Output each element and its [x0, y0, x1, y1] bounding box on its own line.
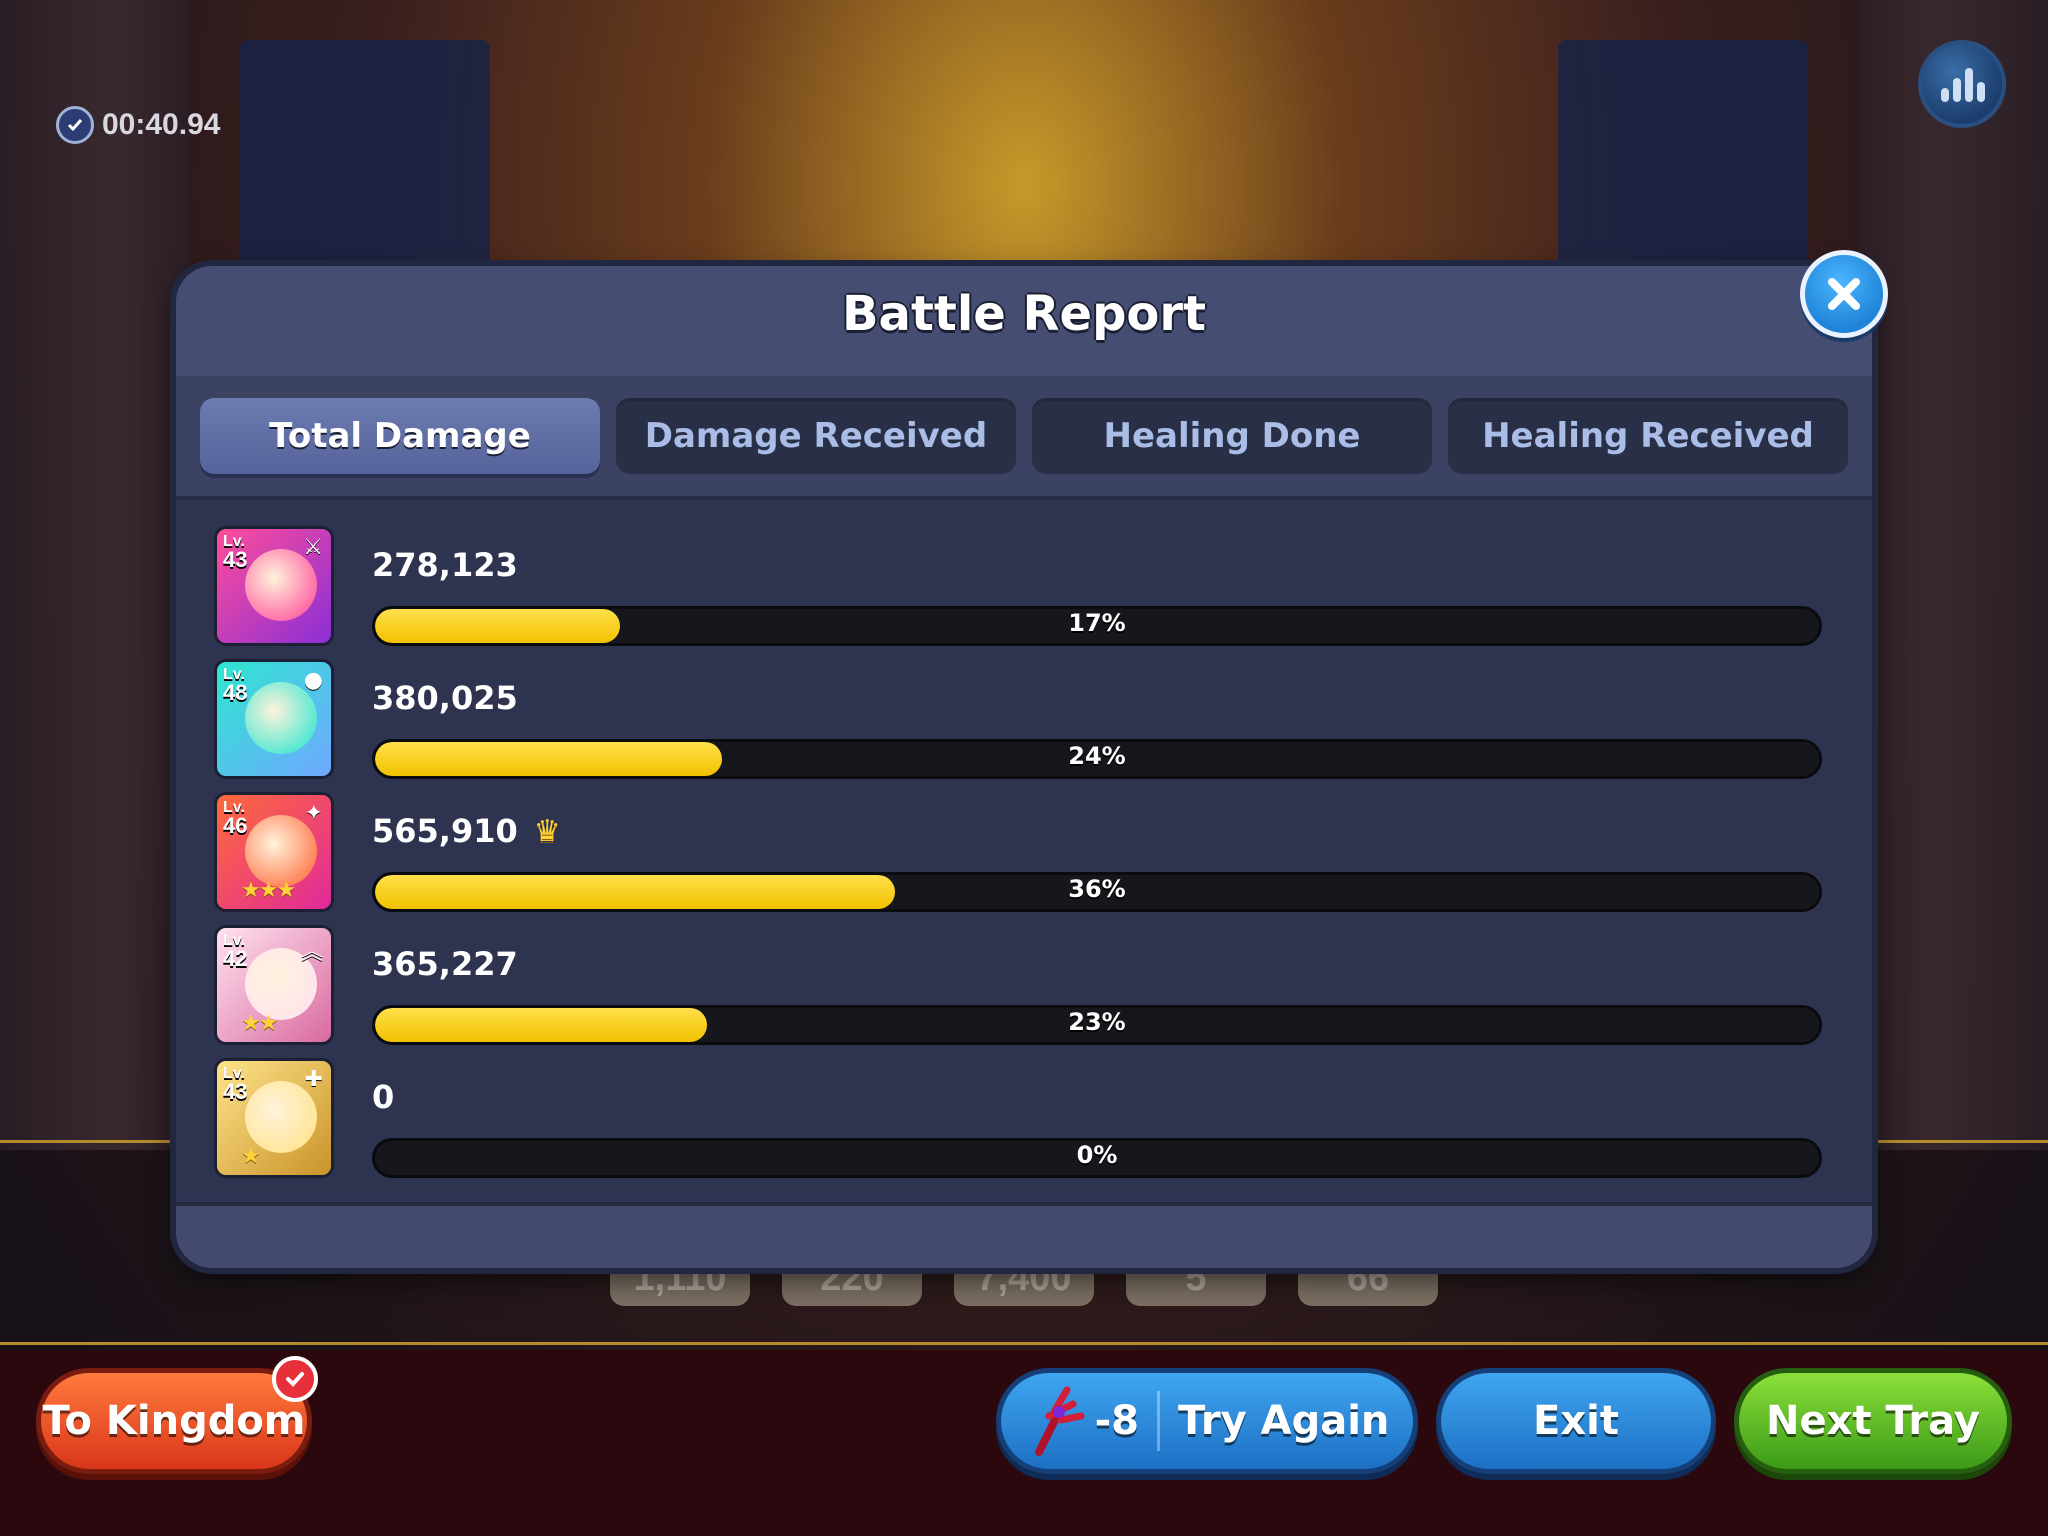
- stat-value: 380,025: [372, 679, 518, 717]
- star-rating: ★★: [241, 1011, 278, 1036]
- level-label: Lv. 42: [223, 932, 248, 971]
- bomb-class-icon: ●: [303, 668, 323, 693]
- stat-bar: 36%: [372, 872, 1822, 912]
- background-pillar-left: [0, 0, 190, 1150]
- magic-class-icon: ✦: [304, 801, 323, 826]
- trident-staff-icon: [1034, 1386, 1085, 1456]
- list-item: Lv. 43 ⚔ 278,123 17%: [214, 526, 1834, 648]
- star-rating: ★★★: [241, 878, 296, 903]
- cookie-portrait[interactable]: Lv. 43 ⚔: [214, 526, 334, 646]
- dialog-title: Battle Report: [841, 286, 1207, 342]
- cookie-portrait[interactable]: Lv. 46 ✦ ★★★: [214, 792, 334, 912]
- tab-healing-done[interactable]: Healing Done: [1032, 398, 1432, 474]
- stat-value: 278,123: [372, 546, 518, 584]
- stat-value: 0: [372, 1078, 395, 1116]
- level-label: Lv. 48: [223, 666, 248, 705]
- stat-bar: 24%: [372, 739, 1822, 779]
- stat-percent: 23%: [1068, 1008, 1126, 1036]
- close-button[interactable]: [1800, 250, 1888, 338]
- battle-stats-button[interactable]: [1918, 40, 2006, 128]
- stat-bar: 23%: [372, 1005, 1822, 1045]
- exit-button[interactable]: Exit: [1436, 1368, 1716, 1474]
- stat-value: 565,910 ♛: [372, 812, 561, 850]
- checkmark-icon: [272, 1356, 318, 1402]
- star-rating: ★: [241, 1144, 261, 1169]
- stat-bar: 17%: [372, 606, 1822, 646]
- clock-icon: [56, 106, 94, 144]
- cookie-stats-list: Lv. 43 ⚔ 278,123 17% Lv. 48 ● 380,025 24%: [176, 500, 1872, 1190]
- tab-damage-received[interactable]: Damage Received: [616, 398, 1016, 474]
- charge-class-icon: ︽: [300, 940, 323, 965]
- stat-percent: 0%: [1076, 1141, 1118, 1169]
- try-again-cost: -8: [1025, 1386, 1161, 1456]
- battle-timer: 00:40.94: [56, 106, 220, 144]
- close-icon: [1828, 278, 1860, 310]
- bar-chart-icon: [1941, 68, 1985, 102]
- stat-bar: 0%: [372, 1138, 1822, 1178]
- list-item: Lv. 46 ✦ ★★★ 565,910 ♛ 36%: [214, 792, 1834, 914]
- try-again-label: Try Again: [1178, 1398, 1390, 1444]
- cookie-portrait[interactable]: Lv. 42 ︽ ★★: [214, 925, 334, 1045]
- background-pillar-right: [1858, 0, 2048, 1150]
- battle-report-dialog: Battle Report Total Damage Damage Receiv…: [176, 266, 1872, 1268]
- crown-icon: ♛: [533, 813, 561, 849]
- list-item: Lv. 43 ✚ ★ 0 0%: [214, 1058, 1834, 1180]
- stat-value: 365,227: [372, 945, 518, 983]
- healing-class-icon: ✚: [304, 1067, 323, 1092]
- timer-value: 00:40.94: [102, 108, 221, 141]
- background-gold-line: [0, 1342, 2048, 1345]
- report-tabs: Total Damage Damage Received Healing Don…: [176, 376, 1872, 500]
- list-item: Lv. 48 ● 380,025 24%: [214, 659, 1834, 781]
- dialog-footer: [176, 1202, 1872, 1268]
- cookie-portrait[interactable]: Lv. 43 ✚ ★: [214, 1058, 334, 1178]
- level-label: Lv. 43: [223, 533, 248, 572]
- level-label: Lv. 46: [223, 799, 248, 838]
- dialog-header: Battle Report: [176, 266, 1872, 376]
- tab-total-damage[interactable]: Total Damage: [200, 398, 600, 474]
- try-again-button[interactable]: -8 Try Again: [996, 1368, 1418, 1474]
- next-tray-button[interactable]: Next Tray: [1734, 1368, 2012, 1474]
- stat-percent: 36%: [1068, 875, 1126, 903]
- stat-percent: 24%: [1068, 742, 1126, 770]
- list-item: Lv. 42 ︽ ★★ 365,227 23%: [214, 925, 1834, 1047]
- cookie-portrait[interactable]: Lv. 48 ●: [214, 659, 334, 779]
- stat-percent: 17%: [1068, 609, 1126, 637]
- tab-healing-received[interactable]: Healing Received: [1448, 398, 1848, 474]
- level-label: Lv. 43: [223, 1065, 248, 1104]
- to-kingdom-button[interactable]: To Kingdom: [36, 1368, 312, 1474]
- sword-class-icon: ⚔: [303, 535, 323, 560]
